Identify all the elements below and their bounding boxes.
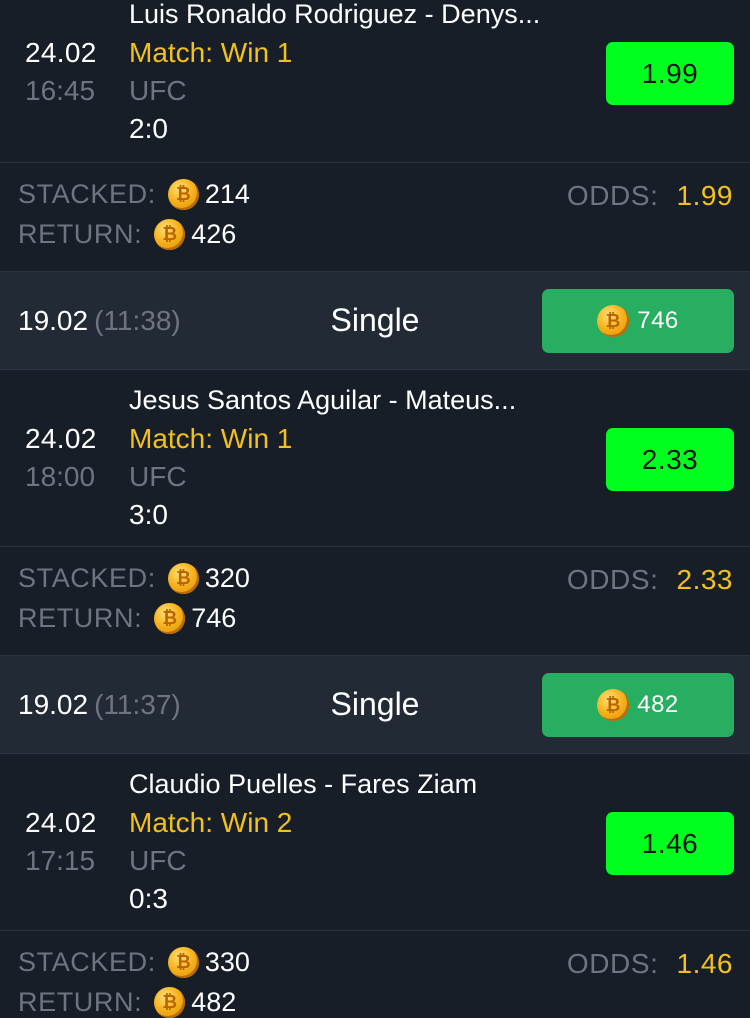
odd-button[interactable]: 1.46 (606, 812, 734, 875)
match-time: 17:15 (25, 845, 96, 876)
match-date: 24.02 (25, 423, 97, 454)
match-league: UFC (129, 75, 187, 106)
odds-value: 1.46 (676, 948, 733, 979)
odds-row: ODDS: 1.46 (567, 948, 733, 980)
stacked-value: 214 (204, 179, 250, 209)
odds-row: ODDS: 1.99 (567, 180, 733, 212)
stacked-row: STACKED: 320 (18, 563, 250, 594)
stacked-label: STACKED: (18, 947, 156, 977)
return-row: RETURN: 426 (18, 219, 236, 250)
match-teams: Jesus Santos Aguilar - Mateus... (129, 385, 517, 415)
match-card[interactable]: Claudio Puelles - Fares Ziam 24.02 Match… (0, 754, 750, 931)
bet-header[interactable]: 19.02(11:38) Single 746 (0, 272, 750, 370)
coin-icon (167, 947, 199, 978)
stacked-label: STACKED: (18, 563, 156, 593)
match-league: UFC (129, 845, 187, 876)
bet-summary: STACKED: 214 RETURN: 426 ODDS: 1.99 (0, 163, 750, 272)
return-label: RETURN: (18, 987, 143, 1017)
bet-header[interactable]: 19.02(11:37) Single 482 (0, 656, 750, 754)
stacked-row: STACKED: 330 (18, 947, 250, 978)
odds-value: 1.99 (676, 180, 733, 211)
coin-icon (167, 179, 199, 210)
stacked-value: 320 (204, 563, 250, 593)
match-market: Match: Win 1 (129, 37, 293, 68)
return-label: RETURN: (18, 603, 143, 633)
return-row: RETURN: 746 (18, 603, 236, 634)
odds-label: ODDS: (566, 564, 659, 595)
match-date: 24.02 (25, 807, 97, 838)
match-time: 18:00 (25, 461, 96, 492)
return-value: 746 (191, 603, 237, 633)
coin-icon (167, 563, 199, 594)
match-card[interactable]: Luis Ronaldo Rodriguez - Denys... 24.02 … (0, 0, 750, 163)
odd-button[interactable]: 1.99 (606, 42, 734, 105)
payout-button[interactable]: 746 (542, 289, 734, 353)
return-label: RETURN: (18, 219, 143, 249)
bet-history-list: Luis Ronaldo Rodriguez - Denys... 24.02 … (0, 0, 750, 1018)
match-market: Match: Win 2 (129, 807, 293, 838)
odds-label: ODDS: (566, 180, 659, 211)
match-date: 24.02 (25, 37, 97, 68)
coin-icon (154, 987, 186, 1018)
coin-icon (597, 305, 630, 337)
coin-icon (154, 603, 186, 634)
payout-value: 746 (637, 307, 679, 334)
match-market: Match: Win 1 (129, 423, 293, 454)
odd-button[interactable]: 2.33 (606, 428, 734, 491)
stacked-value: 330 (204, 947, 250, 977)
stacked-label: STACKED: (18, 179, 156, 209)
stacked-row: STACKED: 214 (18, 179, 250, 210)
odds-row: ODDS: 2.33 (567, 564, 733, 596)
coin-icon (154, 219, 186, 250)
return-value: 426 (191, 219, 237, 249)
match-teams: Luis Ronaldo Rodriguez - Denys... (129, 0, 541, 29)
match-score: 3:0 (129, 499, 168, 530)
match-time: 16:45 (25, 75, 96, 106)
payout-value: 482 (637, 691, 679, 718)
return-row: RETURN: 482 (18, 987, 236, 1018)
payout-button[interactable]: 482 (542, 673, 734, 737)
bet-summary: STACKED: 320 RETURN: 746 ODDS: 2.33 (0, 547, 750, 656)
bet-summary: STACKED: 330 RETURN: 482 ODDS: 1.46 (0, 931, 750, 1018)
match-league: UFC (129, 461, 187, 492)
match-teams: Claudio Puelles - Fares Ziam (129, 769, 478, 799)
match-score: 2:0 (129, 113, 168, 144)
odds-value: 2.33 (676, 564, 733, 595)
match-score: 0:3 (129, 883, 168, 914)
odds-label: ODDS: (566, 948, 659, 979)
coin-icon (597, 689, 630, 721)
return-value: 482 (191, 987, 237, 1017)
match-card[interactable]: Jesus Santos Aguilar - Mateus... 24.02 M… (0, 370, 750, 547)
